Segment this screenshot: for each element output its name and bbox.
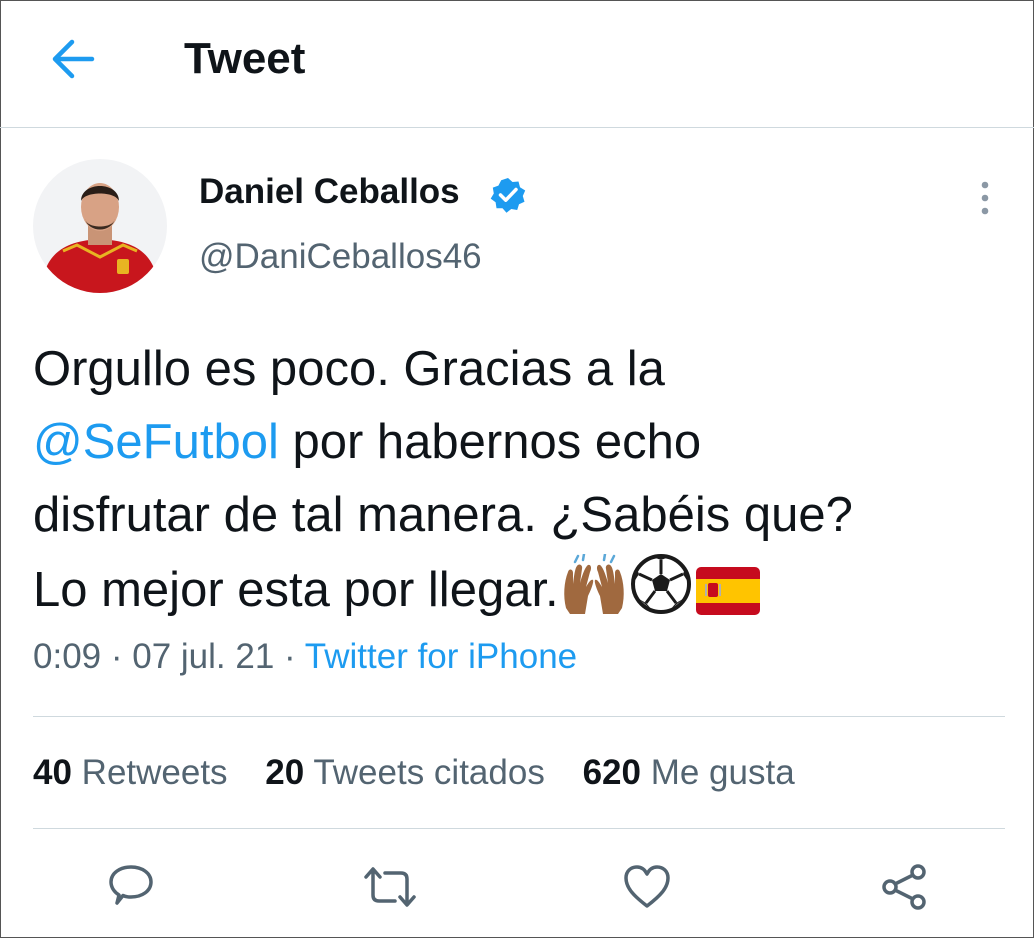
tweet-line-2: @SeFutbol por habernos echo [33, 406, 1013, 479]
raising-hands-emoji [561, 552, 627, 637]
retweet-icon[interactable] [362, 862, 416, 912]
quote-tweets-stat[interactable]: 20 Tweets citados [265, 753, 545, 792]
avatar[interactable] [33, 159, 167, 293]
more-options-icon[interactable] [968, 178, 1002, 218]
page-title: Tweet [184, 34, 306, 83]
tweet-line-3: disfrutar de tal manera. ¿Sabéis que? [33, 488, 853, 542]
share-icon[interactable] [880, 862, 930, 912]
quotes-count: 20 [265, 753, 305, 792]
tweet-text: Orgullo es poco. Gracias a la @SeFutbol … [33, 333, 1013, 637]
divider [33, 716, 1005, 717]
like-heart-icon[interactable] [622, 862, 672, 912]
divider [33, 828, 1005, 829]
meta-separator: · [274, 637, 305, 676]
soccer-ball-emoji [629, 552, 693, 637]
tweet-time: 0:09 [33, 637, 102, 676]
author-name[interactable]: Daniel Ceballos [199, 172, 460, 212]
verified-badge-icon [489, 176, 527, 214]
retweets-label: Retweets [71, 753, 228, 792]
tweet-meta: 0:09 · 07 jul. 21 · Twitter for iPhone [33, 637, 577, 677]
tweet-line-2-text: por habernos echo [278, 415, 702, 469]
mention-link[interactable]: @SeFutbol [33, 415, 279, 469]
tweet-line-1: Orgullo es poco. Gracias a la [33, 342, 665, 396]
likes-stat[interactable]: 620 Me gusta [583, 753, 795, 792]
likes-count: 620 [582, 753, 641, 792]
tweet-line-4: Lo mejor esta por llegar. [33, 552, 1013, 637]
retweets-count: 40 [33, 753, 72, 792]
retweets-stat[interactable]: 40 Retweets [33, 753, 228, 792]
spain-flag-emoji [695, 564, 761, 637]
tweet-line-4-text: Lo mejor esta por llegar. [33, 563, 559, 617]
top-bar: Tweet [0, 0, 1034, 128]
back-arrow-icon[interactable] [48, 36, 98, 82]
quotes-label: Tweets citados [304, 753, 545, 792]
tweet-source-link[interactable]: Twitter for iPhone [305, 637, 577, 676]
author-handle[interactable]: @DaniCeballos46 [199, 237, 482, 277]
meta-separator: · [101, 637, 133, 676]
reply-icon[interactable] [106, 862, 156, 912]
tweet-date: 07 jul. 21 [132, 637, 275, 676]
engagement-stats: 40 Retweets 20 Tweets citados 620 Me gus… [33, 753, 823, 793]
likes-label: Me gusta [640, 753, 795, 792]
